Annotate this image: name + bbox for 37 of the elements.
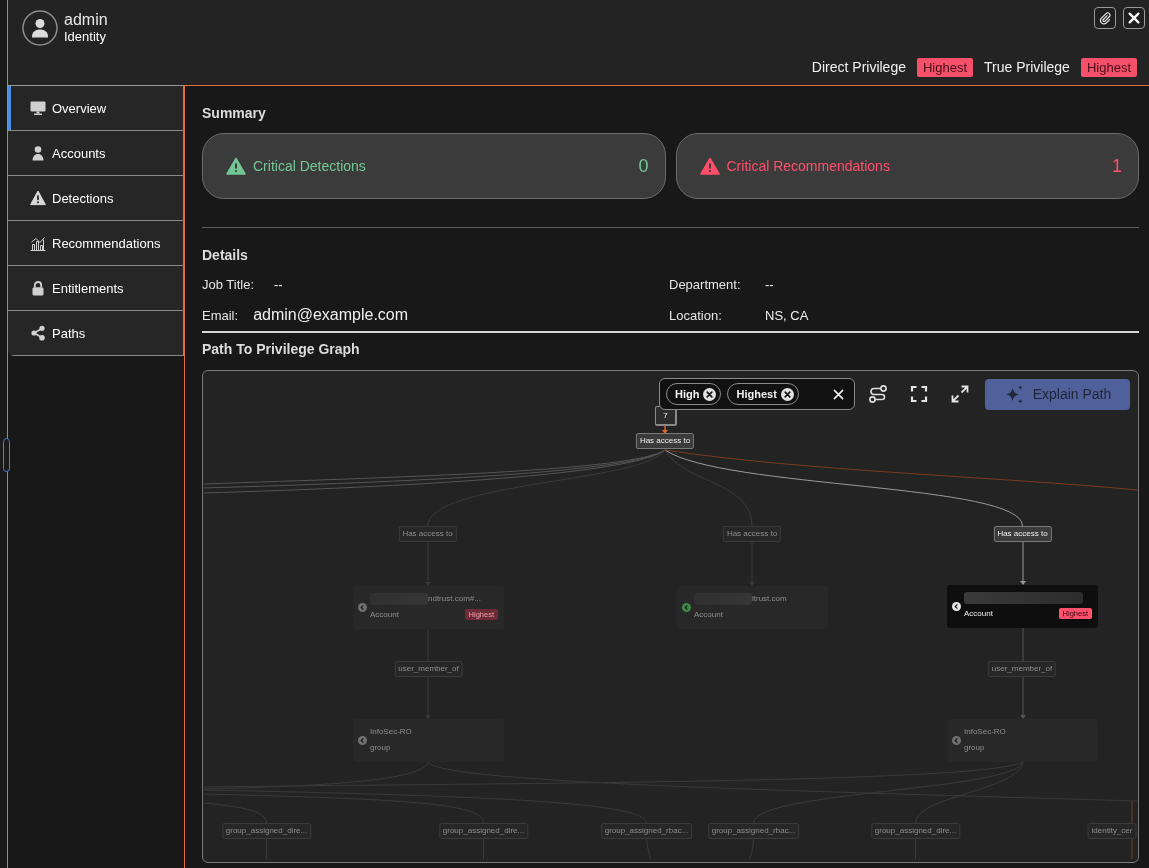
field-value: --	[274, 276, 283, 292]
bar-chart-icon[interactable]	[30, 235, 46, 251]
field-value: admin@example.com	[253, 306, 409, 324]
field-label: Job Title:	[202, 276, 255, 292]
sidebar-item[interactable]: Paths	[8, 311, 183, 356]
share-icon[interactable]	[30, 325, 46, 341]
user-type: Identity	[64, 29, 107, 44]
field-value: --	[765, 276, 774, 292]
sidebar-item[interactable]: Accounts	[8, 131, 183, 176]
field-label: Email:	[202, 307, 239, 323]
card-count: 0	[638, 155, 649, 177]
summary-card[interactable]: Critical Recommendations 1	[675, 133, 1139, 199]
person-icon[interactable]	[30, 145, 46, 161]
avatar-icon	[22, 10, 58, 46]
field-label: Department:	[669, 276, 742, 292]
privilege-label: True Privilege	[984, 58, 1070, 77]
monitor-icon[interactable]	[30, 100, 46, 116]
resize-handle[interactable]	[3, 438, 10, 472]
card-label: Critical Recommendations	[726, 158, 891, 174]
sidebar-item[interactable]: Entitlements	[8, 266, 183, 311]
privilege-label: Direct Privilege	[811, 58, 906, 77]
card-count: 1	[1112, 155, 1122, 177]
field-value: NS, CA	[765, 307, 809, 323]
sidebar-item[interactable]: Detections	[8, 176, 183, 221]
privilege-badge: Highest	[1080, 58, 1137, 77]
user-name: admin	[64, 10, 108, 29]
privilege-badge: Highest	[917, 58, 974, 77]
card-label: Critical Detections	[253, 158, 367, 174]
section-title: Path To Privilege Graph	[202, 340, 361, 358]
lock-icon[interactable]	[30, 280, 46, 296]
warning-icon[interactable]	[30, 190, 46, 206]
sidebar-item[interactable]: Overview	[8, 86, 183, 131]
sidebar-item[interactable]: Recommendations	[8, 221, 183, 266]
section-title: Summary	[202, 104, 267, 122]
field-label: Location:	[669, 307, 723, 323]
summary-card[interactable]: Critical Detections 0	[202, 133, 666, 199]
section-title: Details	[202, 246, 249, 264]
